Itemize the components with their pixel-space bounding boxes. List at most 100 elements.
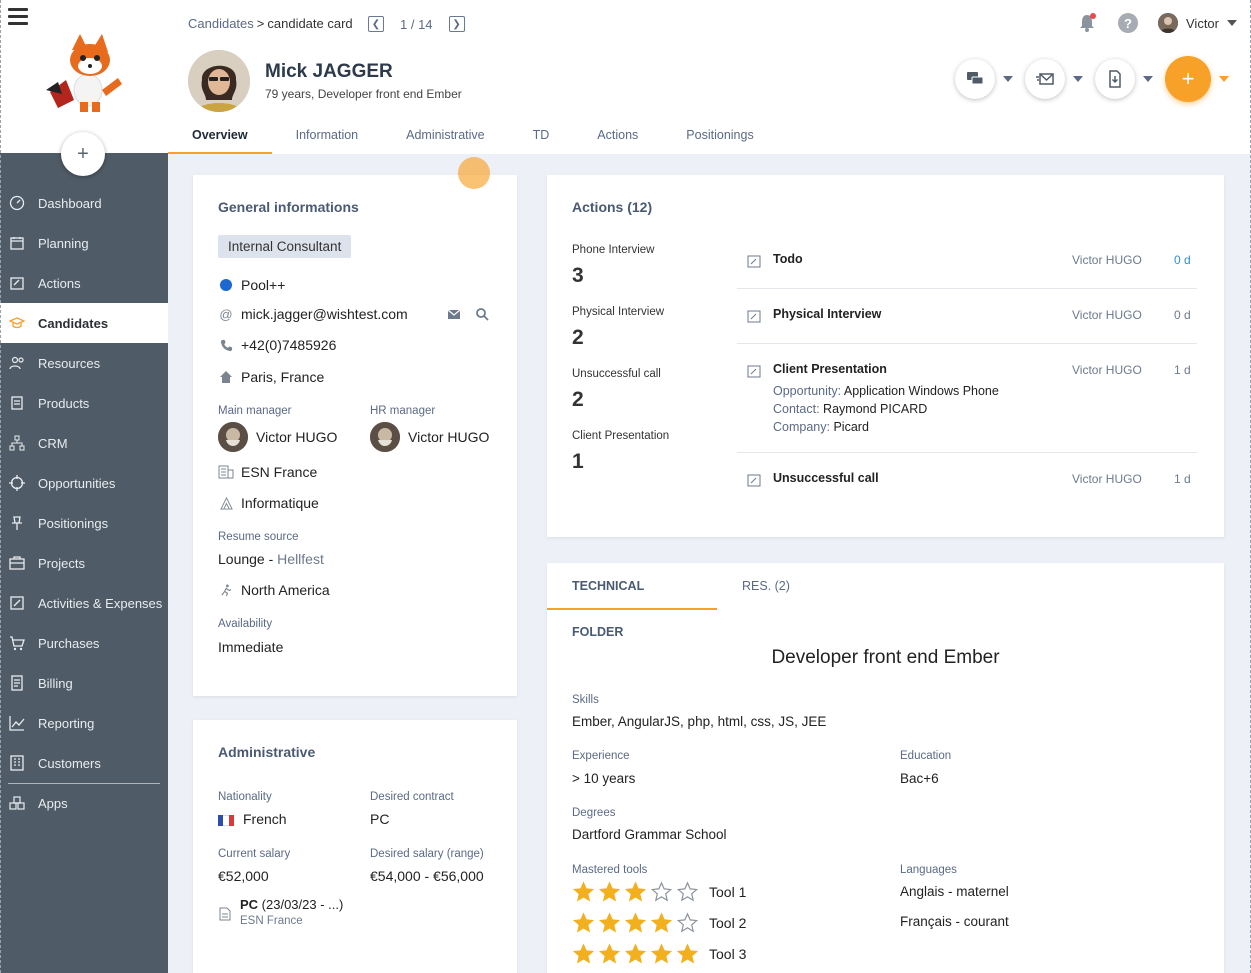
breadcrumb-candidates-link[interactable]: Candidates (188, 16, 254, 31)
action-row[interactable]: Client Presentation Victor HUGO 1 d Oppo… (737, 362, 1197, 453)
record-pager: ❮ 1 / 14 ❯ (368, 16, 465, 32)
sidebar-item-products[interactable]: Products (0, 383, 168, 423)
sidebar-item-activities-expenses[interactable]: Activities & Expenses (0, 583, 168, 623)
next-record-button[interactable]: ❯ (448, 16, 465, 32)
user-avatar[interactable] (1158, 13, 1178, 33)
star-filled-icon (624, 881, 647, 902)
phone-value[interactable]: +42(0)7485926 (241, 337, 336, 353)
star-rating (572, 912, 699, 934)
email-button[interactable] (1025, 59, 1065, 99)
notification-bell-icon[interactable] (1076, 12, 1098, 34)
action-row[interactable]: Physical Interview Victor HUGO 0 d (737, 307, 1197, 344)
sidebar-item-dashboard[interactable]: Dashboard (0, 183, 168, 223)
sidebar-item-candidates[interactable]: Candidates (0, 303, 168, 343)
sidebar-item-reporting[interactable]: Reporting (0, 703, 168, 743)
sidebar-item-billing[interactable]: Billing (0, 663, 168, 703)
crm-icon (8, 434, 26, 452)
sidebar-item-purchases[interactable]: Purchases (0, 623, 168, 663)
sidebar-item-opportunities[interactable]: Opportunities (0, 463, 168, 503)
header-action-buttons: + (955, 56, 1229, 102)
tab-overview[interactable]: Overview (168, 118, 272, 154)
user-name[interactable]: Victor (1186, 16, 1219, 31)
star-empty-icon (676, 912, 699, 933)
tab-information[interactable]: Information (272, 118, 383, 154)
chart-icon (8, 714, 26, 732)
chat-dropdown-caret-icon[interactable] (1003, 76, 1013, 82)
envelope-icon[interactable] (447, 307, 461, 321)
agency-value: ESN France (241, 464, 318, 480)
action-edit-icon (747, 255, 761, 268)
nationality: French (218, 811, 287, 827)
star-filled-icon (572, 912, 595, 933)
stat-label: Phone Interview (572, 244, 655, 256)
email-dropdown-caret-icon[interactable] (1073, 76, 1083, 82)
sidebar-item-label: CRM (38, 435, 68, 451)
email-actions (447, 307, 489, 321)
previous-record-button[interactable]: ❮ (368, 16, 384, 32)
email-value[interactable]: mick.jagger@wishtest.com (241, 306, 408, 322)
candidate-photo (188, 50, 250, 112)
action-owner: Victor HUGO (1072, 472, 1142, 486)
desired-contract-label: Desired contract (370, 791, 454, 803)
contract-document-icon (219, 907, 231, 921)
resume-source-value: Lounge (218, 551, 265, 567)
sidebar-item-label: Opportunities (38, 475, 116, 491)
star-rating (572, 943, 699, 965)
tool-row: Tool 1 (572, 881, 746, 903)
sidebar-item-planning[interactable]: Planning (0, 223, 168, 263)
tab-actions[interactable]: Actions (573, 118, 662, 154)
search-icon[interactable] (475, 307, 489, 321)
main-manager-name: Victor HUGO (256, 429, 338, 445)
stat-count: 2 (572, 326, 584, 349)
download-document-button[interactable] (1095, 59, 1135, 99)
hamburger-menu-icon[interactable] (8, 8, 28, 26)
tab-positionings[interactable]: Positionings (662, 118, 777, 154)
chat-button[interactable] (955, 59, 995, 99)
action-title: Client Presentation (773, 362, 887, 376)
sidebar-item-positionings[interactable]: Positionings (0, 503, 168, 543)
quick-add-button[interactable]: + (61, 132, 105, 176)
document-dropdown-caret-icon[interactable] (1143, 76, 1153, 82)
pole-icon (218, 496, 234, 510)
tab-administrative[interactable]: Administrative (382, 118, 509, 154)
sidebar-item-crm[interactable]: CRM (0, 423, 168, 463)
tab-td[interactable]: TD (509, 118, 574, 154)
sidebar-item-customers[interactable]: Customers (0, 743, 168, 783)
user-menu-caret-icon[interactable] (1227, 20, 1237, 26)
nationality-label: Nationality (218, 791, 272, 803)
help-icon[interactable]: ? (1118, 13, 1138, 33)
french-flag-icon (218, 814, 234, 826)
manager-avatar (370, 422, 400, 452)
sidebar-item-label: Actions (38, 275, 81, 291)
send-email-icon (1036, 73, 1054, 85)
sidebar-item-apps[interactable]: Apps (0, 783, 168, 823)
action-edit-icon (747, 365, 761, 378)
target-icon (8, 474, 26, 492)
sidebar-item-label: Reporting (38, 715, 95, 731)
tab-resumes[interactable]: RES. (2) (717, 563, 815, 610)
add-action-button[interactable]: + (1165, 56, 1211, 102)
star-filled-icon (572, 881, 595, 902)
sidebar-item-actions[interactable]: Actions (0, 263, 168, 303)
star-filled-icon (624, 912, 647, 933)
contract[interactable]: PC (23/03/23 - ...) (240, 897, 343, 912)
fox-logo (46, 34, 122, 112)
sidebar-item-label: Positionings (38, 515, 109, 531)
sidebar-item-projects[interactable]: Projects (0, 543, 168, 583)
hr-manager[interactable]: Victor HUGO (370, 422, 489, 452)
add-dropdown-caret-icon[interactable] (1219, 76, 1229, 82)
technical-folder-card: TECHNICAL FOLDER RES. (2) Developer fron… (547, 563, 1224, 973)
dashboard-icon (8, 194, 26, 212)
tab-technical-folder[interactable]: TECHNICAL FOLDER (547, 563, 717, 639)
candidate-header: Candidates > candidate card ❮ 1 / 14 ❯ ?… (168, 0, 1251, 154)
star-filled-icon (598, 881, 621, 902)
card-title: General informations (218, 199, 359, 215)
pool-dot-icon (220, 279, 232, 291)
star-empty-icon (650, 881, 673, 902)
stat-count: 2 (572, 388, 584, 411)
main-manager[interactable]: Victor HUGO (218, 422, 337, 452)
sidebar-item-resources[interactable]: Resources (0, 343, 168, 383)
action-row[interactable]: Todo Victor HUGO 0 d (737, 252, 1197, 289)
action-row[interactable]: Unsuccessful call Victor HUGO 1 d (737, 471, 1197, 501)
availability-value: Immediate (218, 639, 284, 655)
